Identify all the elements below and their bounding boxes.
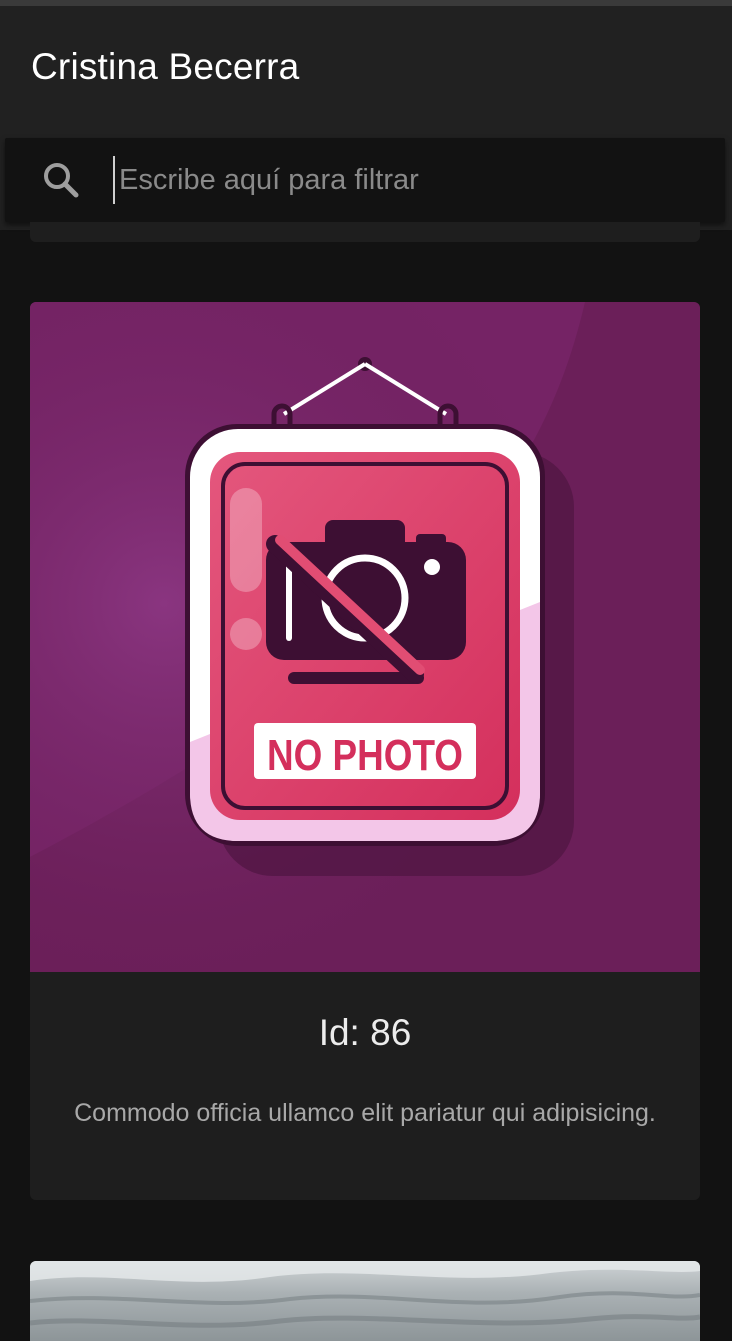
no-photo-label: NO PHOTO <box>267 731 463 780</box>
water-photo <box>30 1261 700 1328</box>
search-input[interactable] <box>113 156 709 204</box>
card-description: Commodo officia ullamco elit pariatur qu… <box>74 1099 656 1127</box>
search-icon[interactable] <box>41 160 81 200</box>
page-title: Cristina Becerra <box>31 46 300 87</box>
app-header: Cristina Becerra <box>0 6 732 230</box>
no-photo-sign-icon: NO PHOTO <box>30 302 700 972</box>
card-id: Id: 86 <box>318 1012 412 1053</box>
list-item[interactable]: NO PHOTO Id: 86 Commodo officia ullamco … <box>30 302 700 1200</box>
list-item[interactable] <box>30 222 700 242</box>
list-item[interactable] <box>30 1261 700 1341</box>
search-bar[interactable] <box>5 138 725 222</box>
